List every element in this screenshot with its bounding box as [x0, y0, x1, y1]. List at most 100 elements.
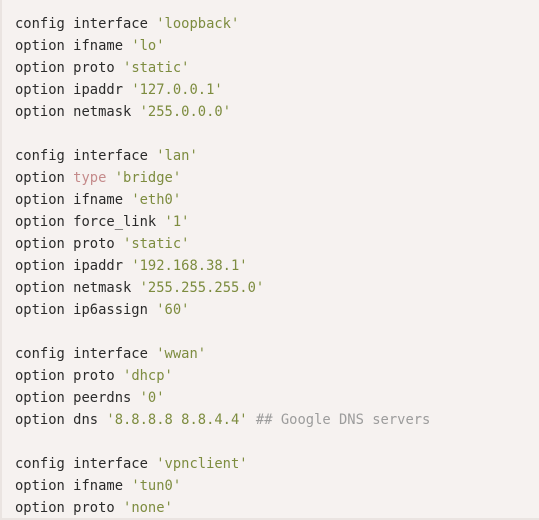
code-token-name: proto: [73, 368, 115, 384]
code-token-str: '0': [139, 390, 165, 406]
code-line: config interface 'loopback': [15, 13, 539, 35]
code-token-str: '127.0.0.1': [131, 82, 223, 98]
code-token-opt: option: [15, 258, 65, 274]
code-token-opt: option: [15, 500, 65, 516]
code-token-name: interface: [73, 148, 148, 164]
code-token-opt: option: [15, 280, 65, 296]
code-viewer[interactable]: config interface 'loopback' option ifname…: [0, 0, 539, 520]
code-token-special: type: [73, 170, 107, 186]
code-token-opt: option: [15, 214, 65, 230]
code-line: option type 'bridge': [15, 167, 539, 189]
code-token-name: netmask: [73, 280, 132, 296]
code-line: option proto 'none': [15, 497, 539, 518]
code-token-str: 'lan': [156, 148, 198, 164]
code-line: config interface 'vpnclient': [15, 453, 539, 475]
code-token-name: interface: [73, 346, 148, 362]
code-line: option ipaddr '127.0.0.1': [15, 79, 539, 101]
code-line: option peerdns '0': [15, 387, 539, 409]
code-line: option netmask '255.0.0.0': [15, 101, 539, 123]
code-token-opt: option: [15, 170, 65, 186]
code-token-kw: config: [15, 456, 65, 472]
code-token-str: 'dhcp': [123, 368, 173, 384]
code-token-opt: option: [15, 412, 65, 428]
code-token-opt: option: [15, 236, 65, 252]
code-content[interactable]: config interface 'loopback' option ifname…: [15, 13, 539, 518]
code-line: option ip6assign '60': [15, 299, 539, 321]
code-token-str: 'tun0': [131, 478, 182, 494]
code-token-opt: option: [15, 390, 65, 406]
code-token-name: ip6assign: [73, 302, 148, 318]
code-token-str: '255.0.0.0': [139, 104, 231, 120]
code-token-name: ifname: [73, 478, 123, 494]
code-line: option netmask '255.255.255.0': [15, 277, 539, 299]
code-token-name: ifname: [73, 38, 123, 54]
code-token-name: proto: [73, 236, 115, 252]
code-token-str: '192.168.38.1': [131, 258, 248, 274]
code-token-str: 'vpnclient': [156, 456, 248, 472]
code-line: option proto 'static': [15, 233, 539, 255]
code-line: config interface 'lan': [15, 145, 539, 167]
code-token-name: peerdns: [73, 390, 132, 406]
code-token-opt: option: [15, 104, 65, 120]
code-token-name: interface: [73, 16, 148, 32]
code-token-str: 'lo': [131, 38, 165, 54]
code-token-str: '255.255.255.0': [139, 280, 265, 296]
code-token-name: ipaddr: [73, 258, 123, 274]
code-token-opt: option: [15, 478, 65, 494]
code-token-name: proto: [73, 500, 115, 516]
code-token-opt: option: [15, 302, 65, 318]
code-line: option ifname 'lo': [15, 35, 539, 57]
code-line: option proto 'dhcp': [15, 365, 539, 387]
code-token-str: 'static': [123, 60, 190, 76]
code-token-name: proto: [73, 60, 115, 76]
code-token-kw: config: [15, 148, 65, 164]
code-token-kw: config: [15, 16, 65, 32]
code-line: option proto 'static': [15, 57, 539, 79]
code-token-str: '1': [164, 214, 190, 230]
code-line: config interface 'wwan': [15, 343, 539, 365]
code-token-opt: option: [15, 368, 65, 384]
code-line: option ifname 'tun0': [15, 475, 539, 497]
code-token-opt: option: [15, 60, 65, 76]
code-token-name: force_link: [73, 214, 157, 230]
code-token-str: 'eth0': [131, 192, 182, 208]
code-token-str: 'loopback': [156, 16, 240, 32]
code-token-name: netmask: [73, 104, 132, 120]
code-token-kw: config: [15, 346, 65, 362]
code-token-comment: ## Google DNS servers: [255, 412, 431, 428]
code-token-name: dns: [73, 412, 99, 428]
code-token-name: ifname: [73, 192, 123, 208]
